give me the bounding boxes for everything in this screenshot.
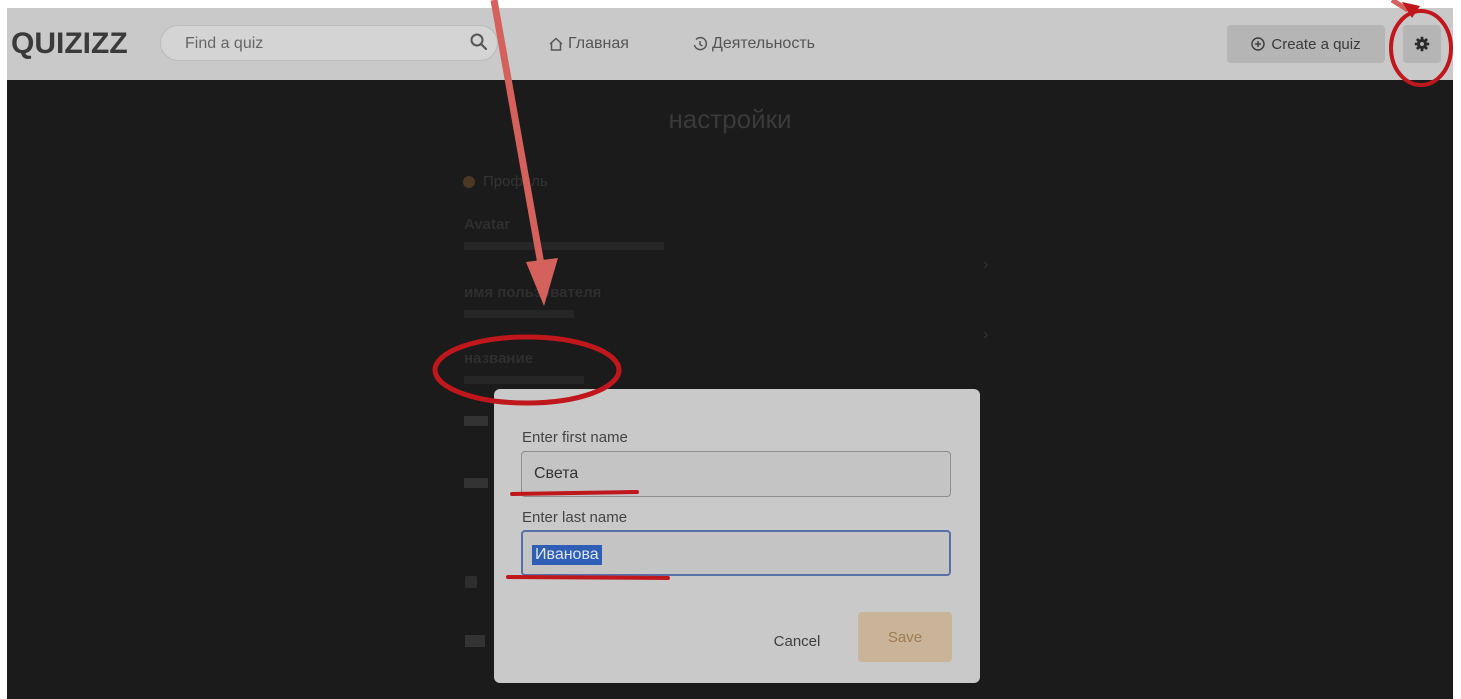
create-quiz-label: Create a quiz bbox=[1271, 35, 1361, 53]
dim-row-label bbox=[464, 478, 488, 488]
first-name-label: Enter first name bbox=[522, 429, 628, 446]
search-icon[interactable] bbox=[469, 32, 489, 52]
home-icon bbox=[549, 37, 563, 51]
edit-name-dialog: Enter first name Enter last name Иванова… bbox=[494, 389, 980, 683]
nav-activity[interactable]: Деятельность bbox=[692, 35, 815, 53]
name-label: название bbox=[464, 350, 534, 367]
chevron-right-icon: › bbox=[983, 256, 989, 273]
dim-row-label bbox=[464, 416, 488, 426]
plus-circle-icon bbox=[1251, 37, 1266, 51]
last-name-selected-text: Иванова bbox=[532, 545, 602, 565]
last-name-label: Enter last name bbox=[522, 509, 628, 526]
search-input[interactable] bbox=[183, 34, 457, 54]
save-button[interactable]: Save bbox=[858, 612, 952, 662]
avatar-label: Avatar bbox=[464, 216, 511, 233]
dim-row-label bbox=[465, 635, 485, 647]
dim-section-icon bbox=[465, 576, 477, 588]
page-title: настройки bbox=[668, 104, 792, 134]
username-label: имя пользователя bbox=[464, 284, 602, 301]
nav-activity-label: Деятельность bbox=[712, 35, 815, 52]
gear-icon bbox=[1414, 36, 1430, 52]
username-sub-placeholder bbox=[464, 310, 574, 318]
user-icon bbox=[463, 175, 475, 188]
create-quiz-button[interactable]: Create a quiz bbox=[1227, 25, 1385, 63]
settings-button[interactable] bbox=[1403, 25, 1441, 63]
top-bar: QUIZIZZ Главная Деятельность bbox=[7, 8, 1453, 80]
name-sub-placeholder bbox=[464, 376, 584, 384]
nav-home-label: Главная bbox=[568, 35, 629, 52]
avatar-sub-placeholder bbox=[464, 242, 664, 250]
profile-section-label: Профиль bbox=[483, 173, 548, 190]
screenshot-frame: QUIZIZZ Главная Деятельность bbox=[7, 8, 1453, 699]
history-icon bbox=[693, 36, 708, 51]
quizizz-logo[interactable]: QUIZIZZ bbox=[11, 27, 128, 61]
profile-section-header: Профиль bbox=[463, 173, 548, 190]
search-box bbox=[160, 25, 498, 61]
cancel-button[interactable]: Cancel bbox=[742, 621, 852, 661]
nav-home[interactable]: Главная bbox=[548, 35, 629, 53]
first-name-input[interactable] bbox=[521, 451, 951, 497]
chevron-right-icon: › bbox=[983, 326, 989, 343]
